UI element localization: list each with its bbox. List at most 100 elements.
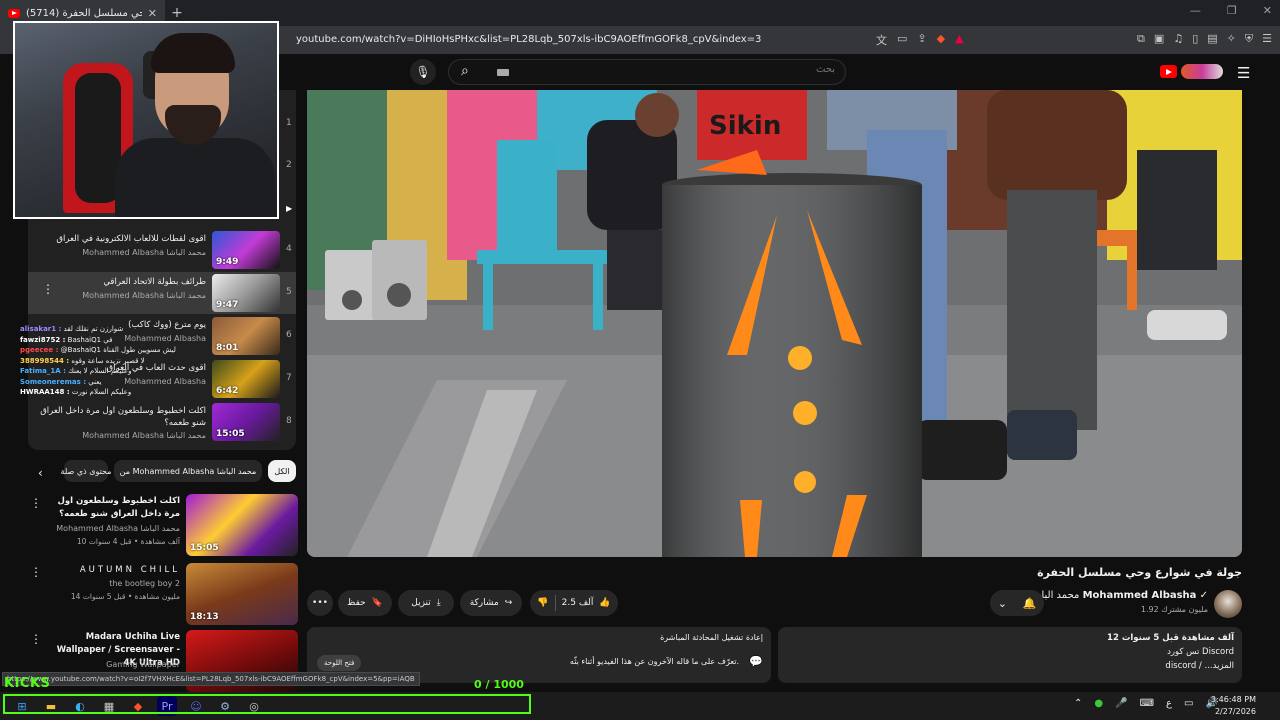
url-text[interactable]: youtube.com/watch?v=DiHIoHsPHxc&list=PL2… xyxy=(296,34,761,45)
download-label: تنزيل xyxy=(411,598,431,608)
kicks-label: KICKS xyxy=(4,676,51,691)
more-actions-button[interactable]: ••• xyxy=(307,590,333,616)
media-icon[interactable]: ♫ xyxy=(1173,32,1183,46)
chip-all[interactable]: الكل xyxy=(268,460,296,482)
current-item-arrow-icon: ▶ xyxy=(286,204,293,213)
more-options-icon[interactable]: ⋮ xyxy=(30,632,42,646)
chat-text: وعليكم السلام لا يعنك xyxy=(68,367,132,375)
channel-avatar[interactable] xyxy=(1214,590,1242,618)
playlist-item-channel: Mohammed Albasha محمد الباشا xyxy=(82,248,206,257)
chip-related[interactable]: محتوى ذي صلة xyxy=(61,460,111,482)
voice-search-icon[interactable]: 🎙 xyxy=(410,59,436,85)
chat-user: 388998544 : xyxy=(20,356,70,365)
bookmark-icon: 🔖 xyxy=(371,598,383,608)
playlist-item[interactable]: ⋮ 9:47 طرائف بطولة الاتحاد العراقي Moham… xyxy=(28,272,296,314)
screenshot-icon[interactable]: ▣ xyxy=(1154,32,1164,46)
chat-message: Someoneremas : يعني xyxy=(20,377,210,388)
duration-label: 15:05 xyxy=(216,429,245,439)
screen: (5714) جولة في شوارع وحي مسلسل الحفرة ✕ … xyxy=(0,0,1280,720)
sidebar-icon[interactable]: ▯ xyxy=(1192,32,1198,46)
subscribe-notification-button[interactable]: ⌄ 🔔 xyxy=(990,590,1044,616)
save-button[interactable]: حفظ 🔖 xyxy=(338,590,392,616)
divider xyxy=(554,595,556,611)
ai-icon[interactable]: ✧ xyxy=(1227,32,1236,46)
status-url: https://www.youtube.com/watch?v=oI2f7VHX… xyxy=(2,672,420,686)
playlist-item[interactable]: 15:05 اكلت اخطبوط وسلطعون اول مرة داخل ا… xyxy=(28,401,296,443)
recommendation-thumbnail: 15:05 xyxy=(186,494,298,556)
chat-user: Fatima_1A : xyxy=(20,367,66,375)
clock[interactable]: 3:46:48 PM 2/27/2026 xyxy=(1211,694,1256,718)
maximize-icon[interactable]: ❐ xyxy=(1227,4,1237,17)
channel-name[interactable]: محمد الباشا Mohammed Albasha ✓ xyxy=(1030,590,1208,601)
share-icon: ↪ xyxy=(504,598,513,608)
extensions-icon[interactable]: ⧉ xyxy=(1137,32,1145,46)
microphone-icon[interactable]: 🎤 xyxy=(1115,698,1127,709)
recommendation-item[interactable]: ⋮ 18:13 AUTUMN CHILL the bootleg boy 2 1… xyxy=(28,563,298,627)
stream-chat-overlay: alisakar1 : شوارزن تم نقلك لقد fawzi8752… xyxy=(20,324,210,398)
download-button[interactable]: تنزيل ⤓ xyxy=(398,590,454,616)
vpn-icon[interactable]: ⛨ xyxy=(1245,32,1253,46)
playlist-thumbnail: 6:42 xyxy=(212,360,280,398)
search-input[interactable] xyxy=(535,64,835,75)
account-avatar[interactable] xyxy=(1181,64,1223,79)
youtube-logo[interactable] xyxy=(1160,65,1177,78)
playlist-item-channel: Mohammed Albasha محمد الباشا xyxy=(82,291,206,300)
video-player[interactable]: Sikin xyxy=(307,90,1242,557)
recommendation-item[interactable]: ⋮ 15:05 اكلت اخطبوط وسلطعون اول مرة داخل… xyxy=(28,494,298,558)
share-icon[interactable]: ⇪ xyxy=(917,32,926,48)
close-window-icon[interactable]: ✕ xyxy=(1263,4,1272,17)
channel-name-en: Mohammed Albasha xyxy=(1082,590,1197,601)
playlist-index: 5 xyxy=(286,287,292,297)
description-line: تس كورد Discord xyxy=(1167,647,1234,657)
rewards-icon[interactable]: ▲ xyxy=(955,32,963,48)
extension-icons: ⧉ ▣ ♫ ▯ ▤ ✧ ⛨ ☰ xyxy=(1137,32,1272,46)
new-tab-button[interactable]: + xyxy=(165,5,189,21)
share-button[interactable]: مشاركة ↪ xyxy=(460,590,522,616)
description-more[interactable]: discord / ...المزيد xyxy=(1165,661,1234,671)
playlist-item-channel: Mohammed Albasha محمد الباشا xyxy=(82,431,206,440)
dislike-icon[interactable]: 👎 xyxy=(537,598,548,608)
chip-from-channel[interactable]: من Mohammed Albasha محمد الباشا xyxy=(114,460,262,482)
chat-user: pgeecee : xyxy=(20,346,59,354)
menu-icon[interactable]: ☰ xyxy=(1262,32,1272,46)
keyboard-icon[interactable]: ⌨ xyxy=(1140,698,1154,709)
keyboard-icon[interactable] xyxy=(497,69,509,76)
minimize-icon[interactable]: — xyxy=(1190,4,1201,17)
playlist-thumbnail: 9:49 xyxy=(212,231,280,269)
open-panel-button[interactable]: فتح اللوحة xyxy=(317,655,362,671)
save-label: حفظ xyxy=(347,598,366,608)
svg-text:Sikin: Sikin xyxy=(709,111,781,141)
like-count[interactable]: 2.5 آلف xyxy=(562,598,594,608)
language-indicator[interactable]: ع xyxy=(1166,698,1172,709)
youtube-favicon-icon xyxy=(8,8,20,18)
brave-shield-icon[interactable]: ◆ xyxy=(937,32,945,48)
security-icon[interactable]: ● xyxy=(1094,698,1103,709)
tab-title: (5714) جولة في شوارع وحي مسلسل الحفرة xyxy=(26,7,142,19)
chat-text: @BashaiQ1 ليش مسويين طول القناة xyxy=(60,346,176,354)
duration-label: 9:49 xyxy=(216,257,239,267)
video-frame: Sikin xyxy=(307,90,1242,557)
description-box[interactable]: 12 آلف مشاهدة قبل 5 سنوات تس كورد Discor… xyxy=(778,627,1242,683)
recommendation-title: اكلت اخطبوط وسلطعون اول مرة داخل العراق … xyxy=(57,496,181,519)
translate-icon[interactable]: 文 xyxy=(876,32,887,48)
more-options-icon[interactable]: ⋮ xyxy=(30,496,42,510)
playlist-thumbnail: 15:05 xyxy=(212,403,280,441)
wallet-icon[interactable]: ▤ xyxy=(1207,32,1217,46)
cast-icon[interactable]: ▭ xyxy=(897,32,907,48)
search-box[interactable]: ⌕ xyxy=(448,59,846,85)
live-chat-heading: إعادة تشغيل المحادثة المباشرة xyxy=(660,633,763,642)
display-icon[interactable]: ▭ xyxy=(1184,698,1193,709)
playlist-index: 1 xyxy=(286,118,292,128)
playlist-item[interactable]: 9:49 اقوى لقطات للالعاب الالكترونية في ا… xyxy=(28,229,296,271)
close-tab-icon[interactable]: ✕ xyxy=(148,7,157,20)
streamer-shirt xyxy=(115,138,275,217)
search-icon[interactable]: ⌕ xyxy=(461,63,469,79)
time: 3:46:48 PM xyxy=(1210,695,1256,704)
address-bar-icons: 文 ▭ ⇪ ◆ ▲ xyxy=(876,32,964,48)
guide-menu-icon[interactable]: ☰ xyxy=(1237,64,1250,82)
like-icon[interactable]: 👍 xyxy=(599,598,610,608)
chevron-up-icon[interactable]: ⌃ xyxy=(1074,698,1082,709)
recommendation-channel: the bootleg boy 2 xyxy=(109,579,180,588)
chevron-left-icon[interactable]: ‹ xyxy=(38,466,43,480)
more-options-icon[interactable]: ⋮ xyxy=(30,565,42,579)
